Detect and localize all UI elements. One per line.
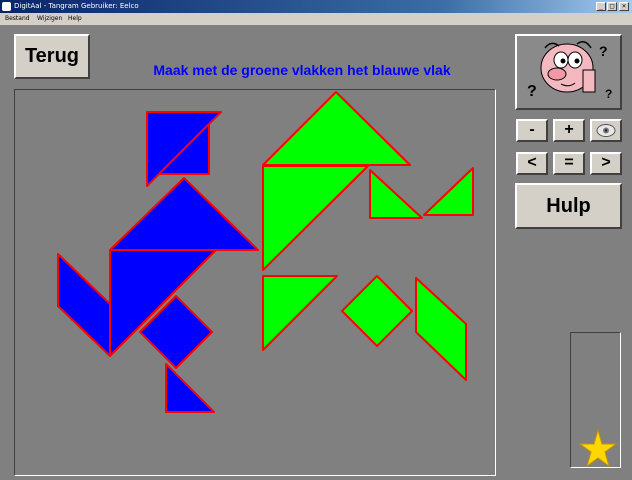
target-piece bbox=[109, 177, 259, 251]
star-icon bbox=[578, 428, 618, 467]
title-bar: DigitAal - Tangram Gebruiker: Eelco _ □ … bbox=[0, 0, 632, 13]
menu-help[interactable]: Help bbox=[68, 13, 82, 25]
green-large-triangle-top[interactable] bbox=[262, 91, 411, 166]
green-square[interactable] bbox=[341, 275, 413, 347]
thinking-face-icon: ? ? ? bbox=[517, 36, 620, 108]
minimize-button[interactable]: _ bbox=[596, 2, 606, 11]
maximize-button[interactable]: □ bbox=[607, 2, 617, 11]
green-pieces[interactable] bbox=[262, 91, 474, 381]
window-title: DigitAal - Tangram Gebruiker: Eelco bbox=[14, 2, 139, 10]
green-small-triangle-right[interactable] bbox=[423, 167, 474, 216]
mascot-panel: ? ? ? bbox=[515, 34, 622, 110]
menu-bar: Bestand Wijzigen Help bbox=[0, 13, 632, 25]
zoom-in-button[interactable]: + bbox=[553, 119, 585, 142]
svg-text:?: ? bbox=[599, 43, 608, 59]
green-small-triangle[interactable] bbox=[369, 169, 423, 219]
menu-bestand[interactable]: Bestand bbox=[5, 13, 30, 25]
app-icon bbox=[2, 2, 11, 11]
zoom-out-button[interactable]: - bbox=[516, 119, 548, 142]
instruction-text: Maak met de groene vlakken het blauwe vl… bbox=[153, 62, 451, 78]
close-button[interactable]: × bbox=[619, 2, 629, 11]
next-button[interactable]: > bbox=[590, 152, 622, 175]
target-piece bbox=[165, 363, 215, 413]
svg-text:?: ? bbox=[605, 87, 612, 101]
equals-button[interactable]: = bbox=[553, 152, 585, 175]
target-figure bbox=[57, 111, 259, 413]
score-panel bbox=[570, 332, 621, 468]
hint-button[interactable] bbox=[590, 119, 622, 142]
green-medium-triangle[interactable] bbox=[262, 275, 338, 351]
previous-button[interactable]: < bbox=[516, 152, 548, 175]
help-button[interactable]: Hulp bbox=[515, 183, 622, 229]
tangram-canvas bbox=[57, 91, 474, 413]
svg-text:?: ? bbox=[527, 83, 537, 100]
eye-icon bbox=[596, 124, 616, 137]
green-parallelogram[interactable] bbox=[415, 277, 467, 381]
target-piece bbox=[57, 253, 111, 357]
back-button[interactable]: Terug bbox=[14, 34, 90, 79]
puzzle-board[interactable] bbox=[14, 89, 496, 476]
menu-wijzigen[interactable]: Wijzigen bbox=[37, 13, 62, 25]
green-large-triangle-left[interactable] bbox=[262, 165, 369, 271]
